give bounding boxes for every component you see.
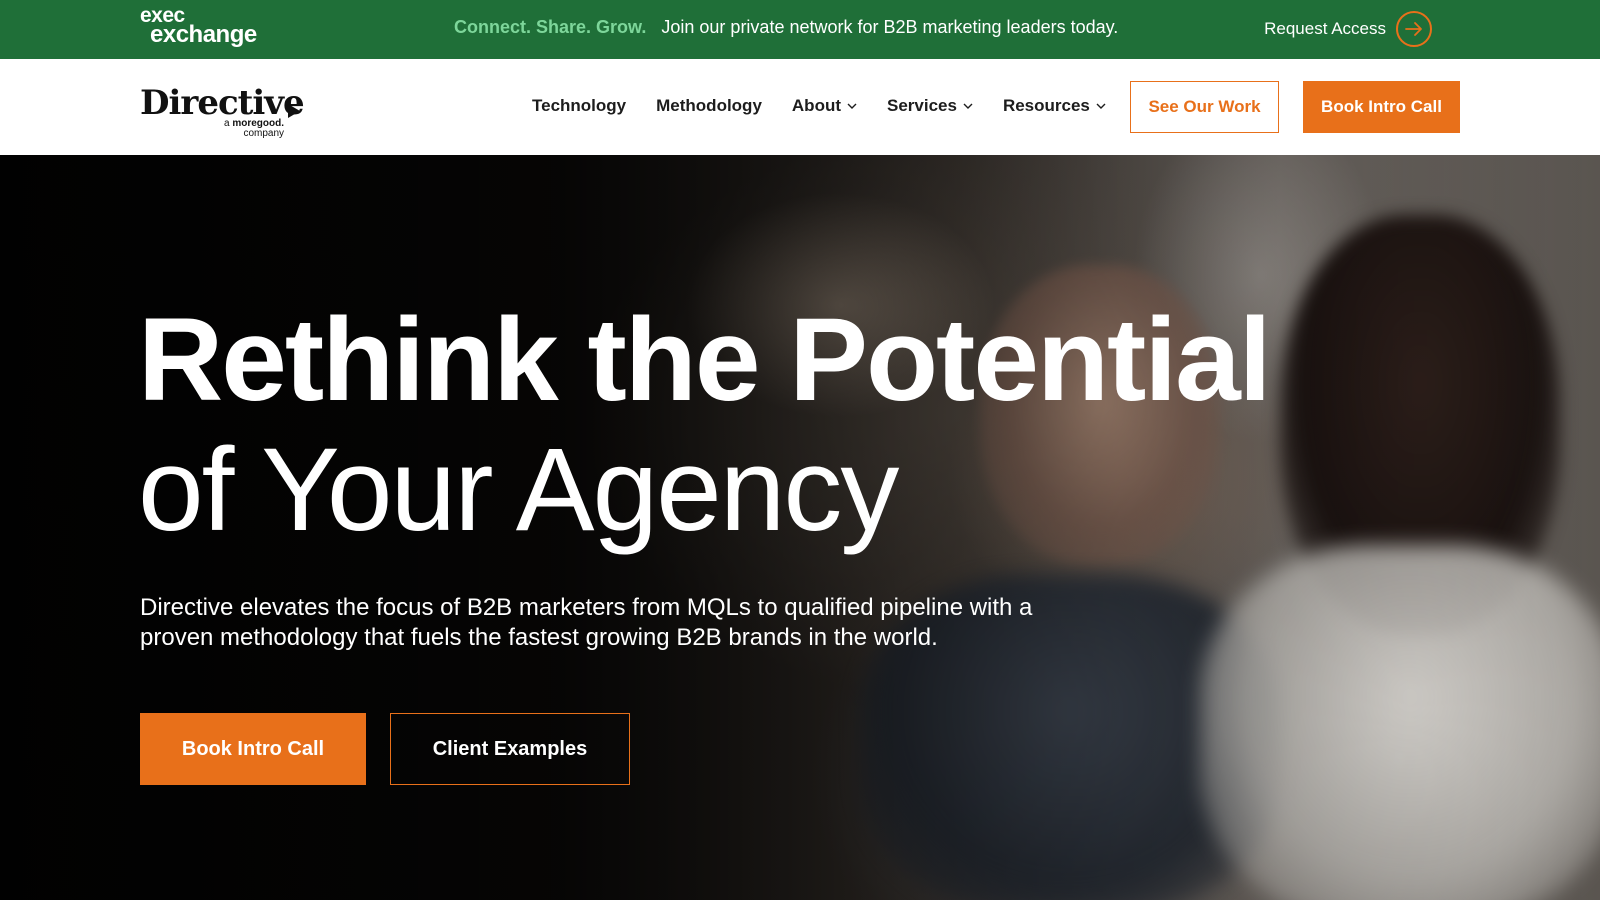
nav-item-about[interactable]: About (792, 96, 857, 116)
brand-sub-suffix: company (243, 128, 285, 139)
chevron-down-icon (847, 103, 857, 109)
logo-triangle-icon (288, 104, 300, 118)
exec-exchange-logo[interactable]: exec exchange (138, 5, 268, 52)
brand-sub-prefix: a (224, 118, 230, 129)
hero-headline-line2: of Your Agency (138, 424, 899, 556)
nav-item-label: Methodology (656, 96, 762, 115)
announcement-text: Connect. Share. Grow. Join our private n… (454, 17, 1118, 38)
client-examples-button[interactable]: Client Examples (390, 713, 630, 785)
announcement-bar: exec exchange Connect. Share. Grow. Join… (0, 0, 1600, 59)
main-navigation: Directive a moregood. company Technology… (0, 59, 1600, 155)
see-our-work-button[interactable]: See Our Work (1130, 81, 1279, 133)
brand-wordmark: Directive (140, 83, 305, 123)
nav-item-label: About (791, 96, 841, 115)
chevron-down-icon (1096, 103, 1106, 109)
announcement-tagline: Connect. Share. Grow. (454, 17, 647, 37)
request-access-label: Request Access (1264, 19, 1386, 38)
hero-subtext: Directive elevates the focus of B2B mark… (140, 594, 1033, 651)
brand-subline: a moregood. company (224, 119, 284, 139)
nav-item-resources[interactable]: Resources (1003, 96, 1106, 116)
book-intro-call-nav-button[interactable]: Book Intro Call (1303, 81, 1460, 133)
directive-logo[interactable]: Directive a moregood. company (140, 83, 310, 139)
hero-section: Rethink the Potential of Your Agency Dir… (0, 155, 1600, 900)
nav-item-label: Resources (1002, 96, 1090, 115)
hero-headline-line1: Rethink the Potential (138, 294, 1272, 426)
nav-item-label: Services (887, 96, 957, 115)
request-access-link[interactable]: Request Access (1264, 10, 1432, 48)
nav-item-label: Technology (532, 96, 627, 115)
chevron-down-icon (963, 103, 973, 109)
arrow-right-circle-icon[interactable] (1396, 11, 1432, 47)
exec-logo-line2: exchange (150, 21, 257, 48)
book-intro-call-button[interactable]: Book Intro Call (140, 713, 366, 785)
announcement-message: Join our private network for B2B marketi… (661, 17, 1119, 37)
hero-headline: Rethink the Potential of Your Agency (138, 294, 1272, 556)
nav-item-technology[interactable]: Technology (532, 96, 626, 116)
nav-item-methodology[interactable]: Methodology (656, 96, 762, 116)
nav-item-services[interactable]: Services (887, 96, 973, 116)
nav-menu: Technology Methodology About Services Re… (532, 96, 1106, 116)
